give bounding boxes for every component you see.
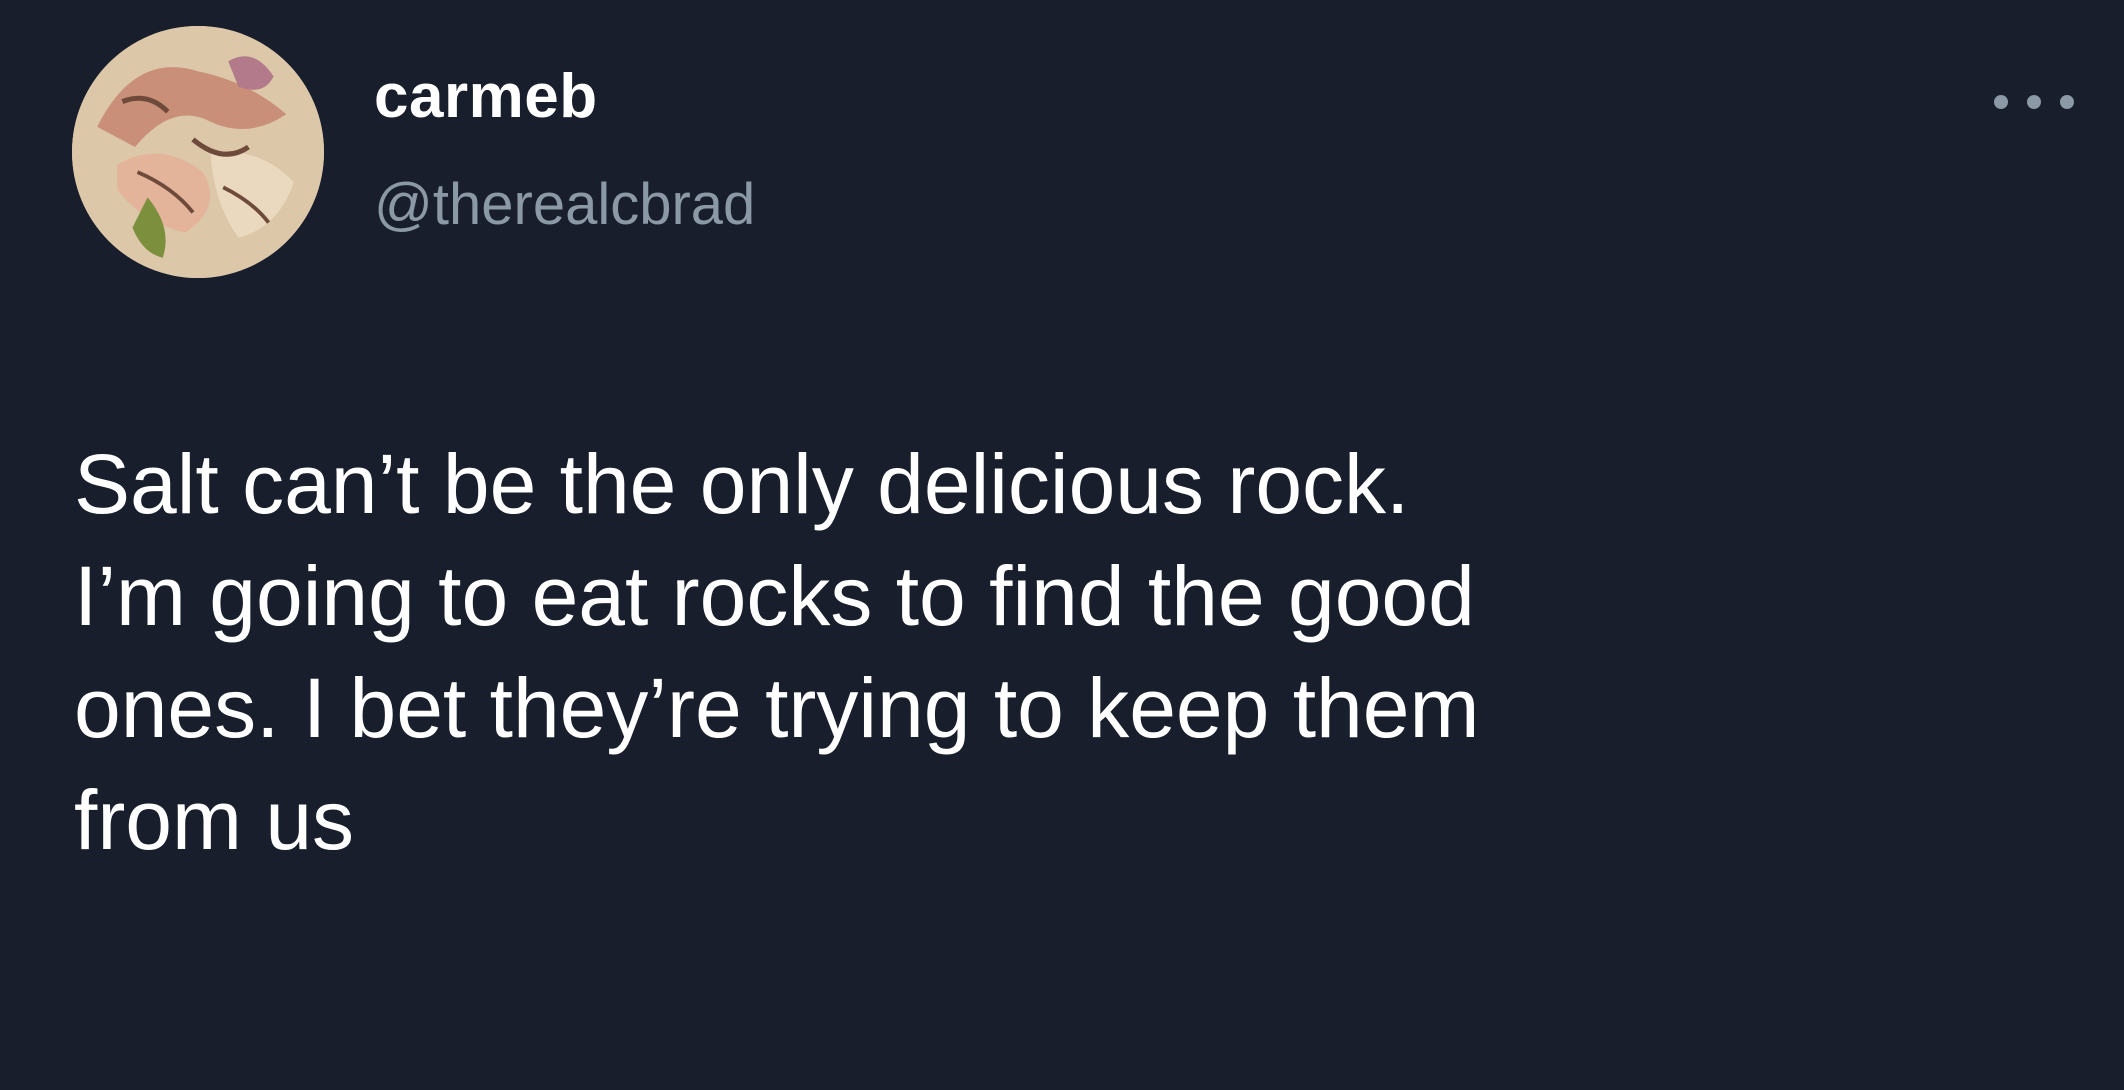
tweet-text-line: Salt can’t be the only delicious rock. [74,437,1410,531]
tweet-text-line: from us [74,773,355,867]
tweet-text: Salt can’t be the only delicious rock. I… [74,428,2074,876]
more-dot [2060,95,2074,109]
more-dot [2027,95,2041,109]
avatar[interactable] [72,26,324,278]
display-name[interactable]: carmeb [374,66,598,128]
tweet-text-line: I’m going to eat rocks to find the good [74,549,1475,643]
tweet-text-line: ones. I bet they’re trying to keep them [74,661,1480,755]
tweet-card: carmeb @therealcbrad Salt can’t be the o… [0,0,2124,1090]
avatar-illustration-icon [72,26,324,278]
more-dot [1994,95,2008,109]
more-options-icon[interactable] [1994,82,2074,122]
user-handle[interactable]: @therealcbrad [374,176,755,234]
